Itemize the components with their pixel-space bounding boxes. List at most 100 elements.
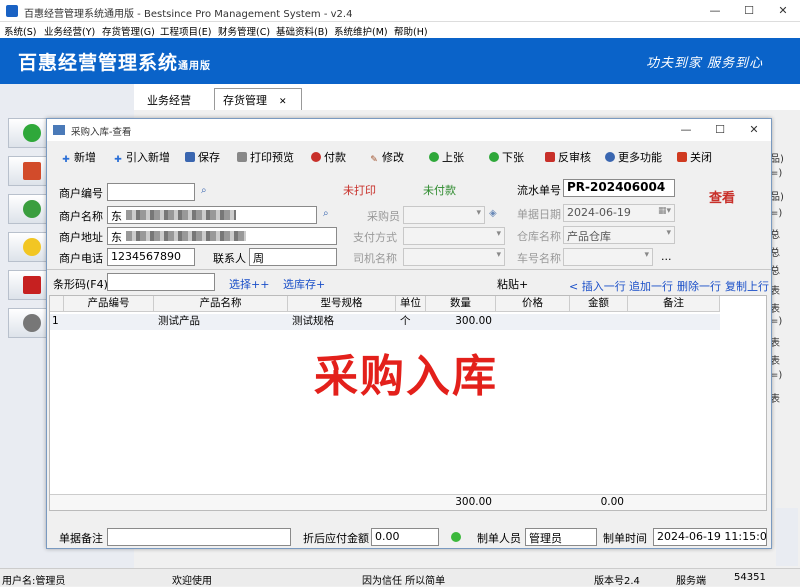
copy-row-link[interactable]: 复制上行 [725, 278, 769, 294]
print-preview-button[interactable]: 打印预览 [237, 149, 294, 165]
customer-no-field[interactable] [107, 183, 195, 201]
eraser-icon[interactable]: ◈ [489, 208, 497, 219]
menu-help[interactable]: 帮助(H) [394, 24, 428, 38]
more-functions-button[interactable]: 更多功能 [605, 149, 662, 165]
menu-system[interactable]: 系统(S) [4, 24, 36, 38]
car-label: 车号名称 [517, 252, 561, 265]
serial-field[interactable]: PR-202406004 [563, 179, 675, 197]
payment-status: 未付款 [423, 184, 456, 197]
grid-header[interactable]: 金额 [570, 296, 628, 312]
status-user: 用户名:管理员 [2, 576, 66, 587]
up-icon [429, 152, 439, 162]
contact-label: 联系人 [213, 252, 246, 265]
refresh-icon [23, 200, 41, 218]
payable-label: 折后应付金额 [303, 532, 369, 545]
maker-field[interactable]: 管理员 [525, 528, 597, 546]
delete-row-link[interactable]: 删除一行 [677, 278, 721, 294]
driver-select[interactable]: ▾ [403, 248, 505, 266]
unaudit-button[interactable]: 反审核 [545, 149, 591, 165]
close-button[interactable]: 关闭 [677, 149, 712, 165]
date-picker[interactable]: 2024-06-19 ▦▾ [563, 204, 675, 222]
grid-header[interactable]: 单位 [396, 296, 426, 312]
customer-addr-field[interactable]: 东 [107, 227, 337, 245]
grid-header[interactable]: 备注 [628, 296, 720, 312]
menu-inventory[interactable]: 存货管理(G) [102, 24, 155, 38]
select-link[interactable]: 选择++ [229, 276, 269, 292]
menu-project[interactable]: 工程项目(E) [160, 24, 211, 38]
payable-field[interactable]: 0.00 [371, 528, 439, 546]
menu-maintenance[interactable]: 系统维护(M) [334, 24, 388, 38]
contact-field[interactable]: 周 [249, 248, 337, 266]
calendar-icon: ▦▾ [657, 206, 671, 216]
save-icon [185, 152, 195, 162]
grid-header[interactable]: 产品名称 [154, 296, 288, 312]
tab-close-icon[interactable]: ✕ [279, 97, 287, 107]
payment-button[interactable]: 付款 [311, 149, 346, 165]
tab-label: 业务经营 [147, 94, 191, 107]
remark-field[interactable] [107, 528, 291, 546]
customer-name-value: 东 [111, 210, 122, 223]
unaudit-icon [545, 152, 555, 162]
serial-label: 流水单号 [517, 184, 561, 197]
cell-qty: 300.00 [455, 315, 492, 327]
row-index: 1 [52, 315, 59, 327]
menu-finance[interactable]: 财务管理(C) [218, 24, 270, 38]
table-row[interactable]: 1 测试产品 测试规格 个 300.00 [50, 314, 720, 330]
minimize-icon[interactable]: — [706, 2, 724, 20]
pay-method-select[interactable]: ▾ [403, 227, 505, 245]
car-select[interactable]: ▾ [563, 248, 653, 266]
save-button[interactable]: 保存 [185, 149, 220, 165]
chevron-down-icon: ▾ [476, 208, 481, 218]
dialog-close-icon[interactable]: ✕ [745, 121, 763, 139]
status-slogan: 因为信任 所以简单 [362, 576, 446, 587]
more-button[interactable]: ... [661, 250, 672, 263]
app-title-bar: 百惠经营管理系统通用版 - Bestsince Pro Management S… [0, 0, 800, 22]
next-record-button[interactable]: 下张 [489, 149, 524, 165]
warehouse-select[interactable]: 产品仓库 ▾ [563, 226, 675, 244]
customer-name-field[interactable]: 东 [107, 206, 317, 224]
append-row-link[interactable]: 追加一行 [629, 278, 673, 294]
customer-phone-field[interactable]: 1234567890 [107, 248, 195, 266]
insert-row-link[interactable]: < 插入一行 [569, 278, 626, 294]
paste-link[interactable]: 粘贴+ [497, 276, 528, 292]
tab-label: 存货管理 [223, 94, 267, 107]
customer-phone-label: 商户电话 [59, 252, 103, 265]
cell-name: 测试产品 [158, 315, 200, 327]
maximize-icon[interactable]: ☐ [740, 2, 758, 20]
banner-title: 百惠经营管理系统通用版 [18, 52, 212, 74]
star-icon [23, 238, 41, 256]
search-icon[interactable]: ⌕ [201, 185, 207, 196]
purchaser-select[interactable]: ▾ [403, 206, 485, 224]
divider [47, 269, 771, 270]
tab-business[interactable]: 业务经营 [138, 88, 200, 110]
tab-inventory[interactable]: 存货管理 ✕ [214, 88, 302, 110]
dialog-maximize-icon[interactable]: ☐ [711, 121, 729, 139]
status-port: 54351 [734, 572, 766, 583]
dialog-title: 采购入库-查看 [71, 127, 132, 138]
menu-business[interactable]: 业务经营(Y) [44, 24, 95, 38]
dialog-minimize-icon[interactable]: — [677, 121, 695, 139]
tab-strip: 业务经营 存货管理 ✕ [134, 84, 800, 110]
barcode-field[interactable] [107, 273, 215, 291]
edit-button[interactable]: ✎ 修改 [369, 149, 404, 165]
grid-header[interactable]: 产品编号 [64, 296, 154, 312]
close-icon[interactable]: ✕ [774, 2, 792, 20]
grid-header[interactable]: 数量 [426, 296, 496, 312]
prev-record-button[interactable]: 上张 [429, 149, 464, 165]
search-icon[interactable]: ⌕ [323, 208, 329, 219]
customer-addr-label: 商户地址 [59, 231, 103, 244]
add-button[interactable]: ✚ 新增 [61, 149, 96, 165]
total-amount: 0.00 [600, 496, 624, 508]
app-logo-icon [6, 5, 18, 17]
payment-icon [311, 152, 321, 162]
grid-header[interactable]: 型号规格 [288, 296, 396, 312]
grid-header[interactable]: 价格 [496, 296, 570, 312]
import-add-button[interactable]: ✚ 引入新增 [113, 149, 170, 165]
time-field[interactable]: 2024-06-19 11:15:07 [653, 528, 767, 546]
print-icon [237, 152, 247, 162]
chevron-down-icon: ▾ [496, 250, 501, 260]
menu-basic-data[interactable]: 基础资料(B) [276, 24, 328, 38]
redacted-block [125, 231, 246, 241]
select-stock-link[interactable]: 选库存+ [283, 276, 325, 292]
items-grid: 产品编号 产品名称 型号规格 单位 数量 价格 金额 备注 1 测试产品 测试规… [49, 295, 767, 511]
